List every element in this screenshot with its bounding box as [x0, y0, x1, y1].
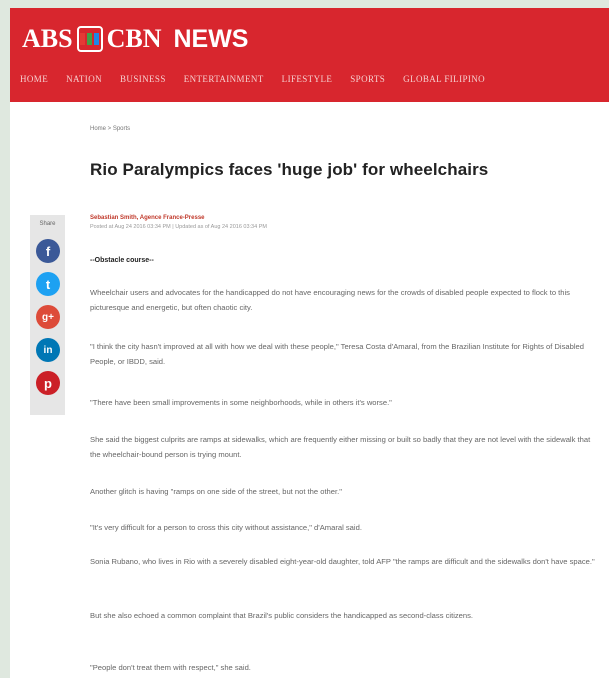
- pinterest-icon: p: [44, 375, 52, 391]
- article-paragraph: "People don't treat them with respect," …: [90, 663, 251, 672]
- article-dateline: Posted at Aug 24 2016 03:34 PM | Updated…: [90, 224, 267, 230]
- browser-page: ABS CBN NEWS HOME NATION BUSINESS ENTERT…: [10, 8, 609, 678]
- main-nav: HOME NATION BUSINESS ENTERTAINMENT LIFES…: [20, 74, 485, 84]
- nav-item-global-filipino[interactable]: GLOBAL FILIPINO: [403, 74, 485, 84]
- share-bar: Share f t g+ in p: [30, 215, 65, 415]
- article-paragraph: She said the biggest culprits are ramps …: [90, 435, 591, 459]
- site-logo[interactable]: ABS CBN NEWS: [22, 22, 248, 56]
- nav-item-business[interactable]: BUSINESS: [120, 74, 166, 84]
- article-paragraph: Sonia Rubano, who lives in Rio with a se…: [90, 557, 595, 566]
- article-paragraph: Wheelchair users and advocates for the h…: [90, 288, 570, 312]
- nav-item-entertainment[interactable]: ENTERTAINMENT: [184, 74, 264, 84]
- facebook-icon: f: [45, 243, 51, 259]
- logo-cbn-text: CBN: [106, 24, 162, 53]
- article-paragraph: But she also echoed a common complaint t…: [90, 611, 474, 620]
- site-header: ABS CBN NEWS HOME NATION BUSINESS ENTERT…: [10, 8, 609, 102]
- logo-mark-icon: [76, 26, 103, 52]
- article-byline[interactable]: Sebastian Smith, Agence France-Presse: [90, 215, 205, 221]
- nav-item-nation[interactable]: NATION: [66, 74, 102, 84]
- article-paragraph: "I think the city hasn't improved at all…: [90, 342, 584, 366]
- share-label: Share: [39, 221, 56, 227]
- nav-item-sports[interactable]: SPORTS: [350, 74, 385, 84]
- article-paragraph: "There have been small improvements in s…: [90, 398, 392, 407]
- nav-item-home[interactable]: HOME: [20, 74, 48, 84]
- facebook-share-button[interactable]: f: [36, 239, 60, 263]
- logo-news-text: NEWS: [173, 24, 249, 53]
- article-paragraph: "It's very difficult for a person to cro…: [90, 523, 362, 532]
- nav-item-lifestyle[interactable]: LIFESTYLE: [282, 74, 333, 84]
- linkedin-icon: in: [43, 344, 53, 356]
- twitter-icon: t: [45, 276, 51, 292]
- linkedin-share-button[interactable]: in: [36, 338, 60, 362]
- pinterest-share-button[interactable]: p: [36, 371, 60, 395]
- article-title: Rio Paralympics faces 'huge job' for whe…: [90, 160, 489, 179]
- google-plus-share-button[interactable]: g+: [36, 305, 60, 329]
- article-paragraph: Another glitch is having "ramps on one s…: [90, 487, 342, 496]
- google-plus-icon: g+: [42, 311, 54, 323]
- twitter-share-button[interactable]: t: [36, 272, 60, 296]
- article-subhead: --Obstacle course--: [90, 257, 154, 264]
- breadcrumb[interactable]: Home > Sports: [90, 126, 130, 132]
- logo-abs-text: ABS: [22, 24, 73, 53]
